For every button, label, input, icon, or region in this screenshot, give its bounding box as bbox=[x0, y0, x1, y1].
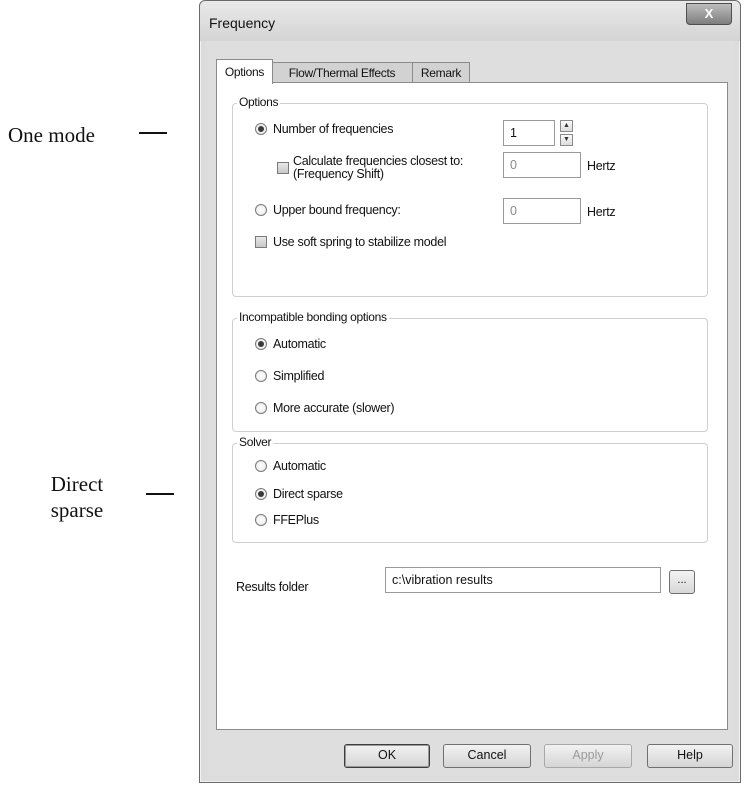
closest-to-label: Calculate frequencies closest to: (Frequ… bbox=[293, 155, 463, 181]
bonding-simplified-label: Simplified bbox=[273, 369, 325, 383]
title-bar: Frequency X bbox=[200, 1, 740, 41]
bonding-more-accurate-radio[interactable] bbox=[255, 402, 267, 414]
bonding-automatic-option[interactable]: Automatic bbox=[255, 337, 326, 351]
closest-to-label-line1: Calculate frequencies closest to: bbox=[293, 154, 464, 168]
spin-down-icon[interactable]: ▼ bbox=[560, 134, 573, 146]
dialog-client: Options Flow/Thermal Effects Remark Opti… bbox=[206, 41, 734, 776]
bonding-group-title: Incompatible bonding options bbox=[237, 310, 389, 324]
solver-automatic-label: Automatic bbox=[273, 459, 326, 473]
options-group-title: Options bbox=[237, 95, 281, 109]
bonding-options-group: Incompatible bonding options Automatic S… bbox=[232, 310, 708, 432]
closest-to-checkbox[interactable] bbox=[277, 162, 289, 174]
close-icon: X bbox=[704, 6, 714, 21]
bonding-more-accurate-option[interactable]: More accurate (slower) bbox=[255, 401, 395, 415]
help-button[interactable]: Help bbox=[647, 744, 733, 768]
upper-bound-label: Upper bound frequency: bbox=[273, 203, 401, 217]
number-of-frequencies-option[interactable]: Number of frequencies bbox=[255, 122, 393, 136]
frequency-shift-input[interactable]: 0 bbox=[503, 152, 581, 178]
annotation-one-mode: One mode bbox=[8, 123, 95, 147]
bonding-automatic-label: Automatic bbox=[273, 337, 326, 351]
solver-direct-sparse-label: Direct sparse bbox=[273, 487, 343, 501]
annotation-line-direct-sparse bbox=[146, 493, 174, 495]
apply-button[interactable]: Apply bbox=[544, 744, 632, 768]
number-of-frequencies-radio[interactable] bbox=[255, 123, 267, 135]
results-folder-input[interactable]: c:\vibration results bbox=[385, 567, 661, 593]
solver-direct-sparse-option[interactable]: Direct sparse bbox=[255, 487, 343, 501]
upper-bound-unit: Hertz bbox=[587, 205, 616, 219]
upper-bound-input[interactable]: 0 bbox=[503, 198, 581, 224]
soft-spring-checkbox[interactable] bbox=[255, 236, 267, 248]
soft-spring-option[interactable]: Use soft spring to stabilize model bbox=[255, 235, 447, 249]
solver-direct-sparse-radio[interactable] bbox=[255, 488, 267, 500]
bonding-more-accurate-label: More accurate (slower) bbox=[273, 401, 395, 415]
tab-options[interactable]: Options bbox=[216, 59, 273, 84]
solver-group-title: Solver bbox=[237, 435, 274, 449]
frequency-shift-unit: Hertz bbox=[587, 159, 616, 173]
solver-ffeplus-label: FFEPlus bbox=[273, 513, 319, 527]
close-button[interactable]: X bbox=[686, 3, 732, 25]
number-of-frequencies-label: Number of frequencies bbox=[273, 122, 394, 136]
tab-flow-thermal-effects[interactable]: Flow/Thermal Effects bbox=[271, 62, 413, 83]
number-of-frequencies-input[interactable]: 1 bbox=[503, 120, 555, 146]
dialog-title: Frequency bbox=[209, 15, 276, 31]
solver-automatic-radio[interactable] bbox=[255, 460, 267, 472]
annotation-direct-sparse: Direct sparse bbox=[50, 472, 104, 522]
annotation-line-one-mode bbox=[139, 132, 167, 134]
closest-to-option[interactable]: Calculate frequencies closest to: (Frequ… bbox=[277, 155, 463, 181]
solver-automatic-option[interactable]: Automatic bbox=[255, 459, 326, 473]
solver-ffeplus-radio[interactable] bbox=[255, 514, 267, 526]
upper-bound-option[interactable]: Upper bound frequency: bbox=[255, 203, 401, 217]
bonding-automatic-radio[interactable] bbox=[255, 338, 267, 350]
upper-bound-radio[interactable] bbox=[255, 204, 267, 216]
number-of-frequencies-spinner[interactable]: ▲ ▼ bbox=[560, 120, 573, 146]
tab-remark[interactable]: Remark bbox=[412, 62, 470, 83]
results-folder-label: Results folder bbox=[236, 580, 309, 594]
cancel-button[interactable]: Cancel bbox=[443, 744, 531, 768]
bonding-simplified-option[interactable]: Simplified bbox=[255, 369, 324, 383]
browse-folder-button[interactable]: ... bbox=[669, 570, 695, 594]
solver-group: Solver Automatic Direct sparse FFEPlus bbox=[232, 435, 708, 543]
spin-up-icon[interactable]: ▲ bbox=[560, 120, 573, 132]
options-group: Options Number of frequencies 1 ▲ ▼ Calc… bbox=[232, 95, 708, 297]
soft-spring-label: Use soft spring to stabilize model bbox=[273, 235, 447, 249]
closest-to-label-line2: (Frequency Shift) bbox=[293, 167, 384, 181]
options-tab-panel: Options Number of frequencies 1 ▲ ▼ Calc… bbox=[216, 82, 728, 730]
bonding-simplified-radio[interactable] bbox=[255, 370, 267, 382]
ok-button[interactable]: OK bbox=[344, 744, 430, 768]
solver-ffeplus-option[interactable]: FFEPlus bbox=[255, 513, 319, 527]
frequency-dialog: Frequency X Options Flow/Thermal Effects… bbox=[199, 0, 741, 783]
